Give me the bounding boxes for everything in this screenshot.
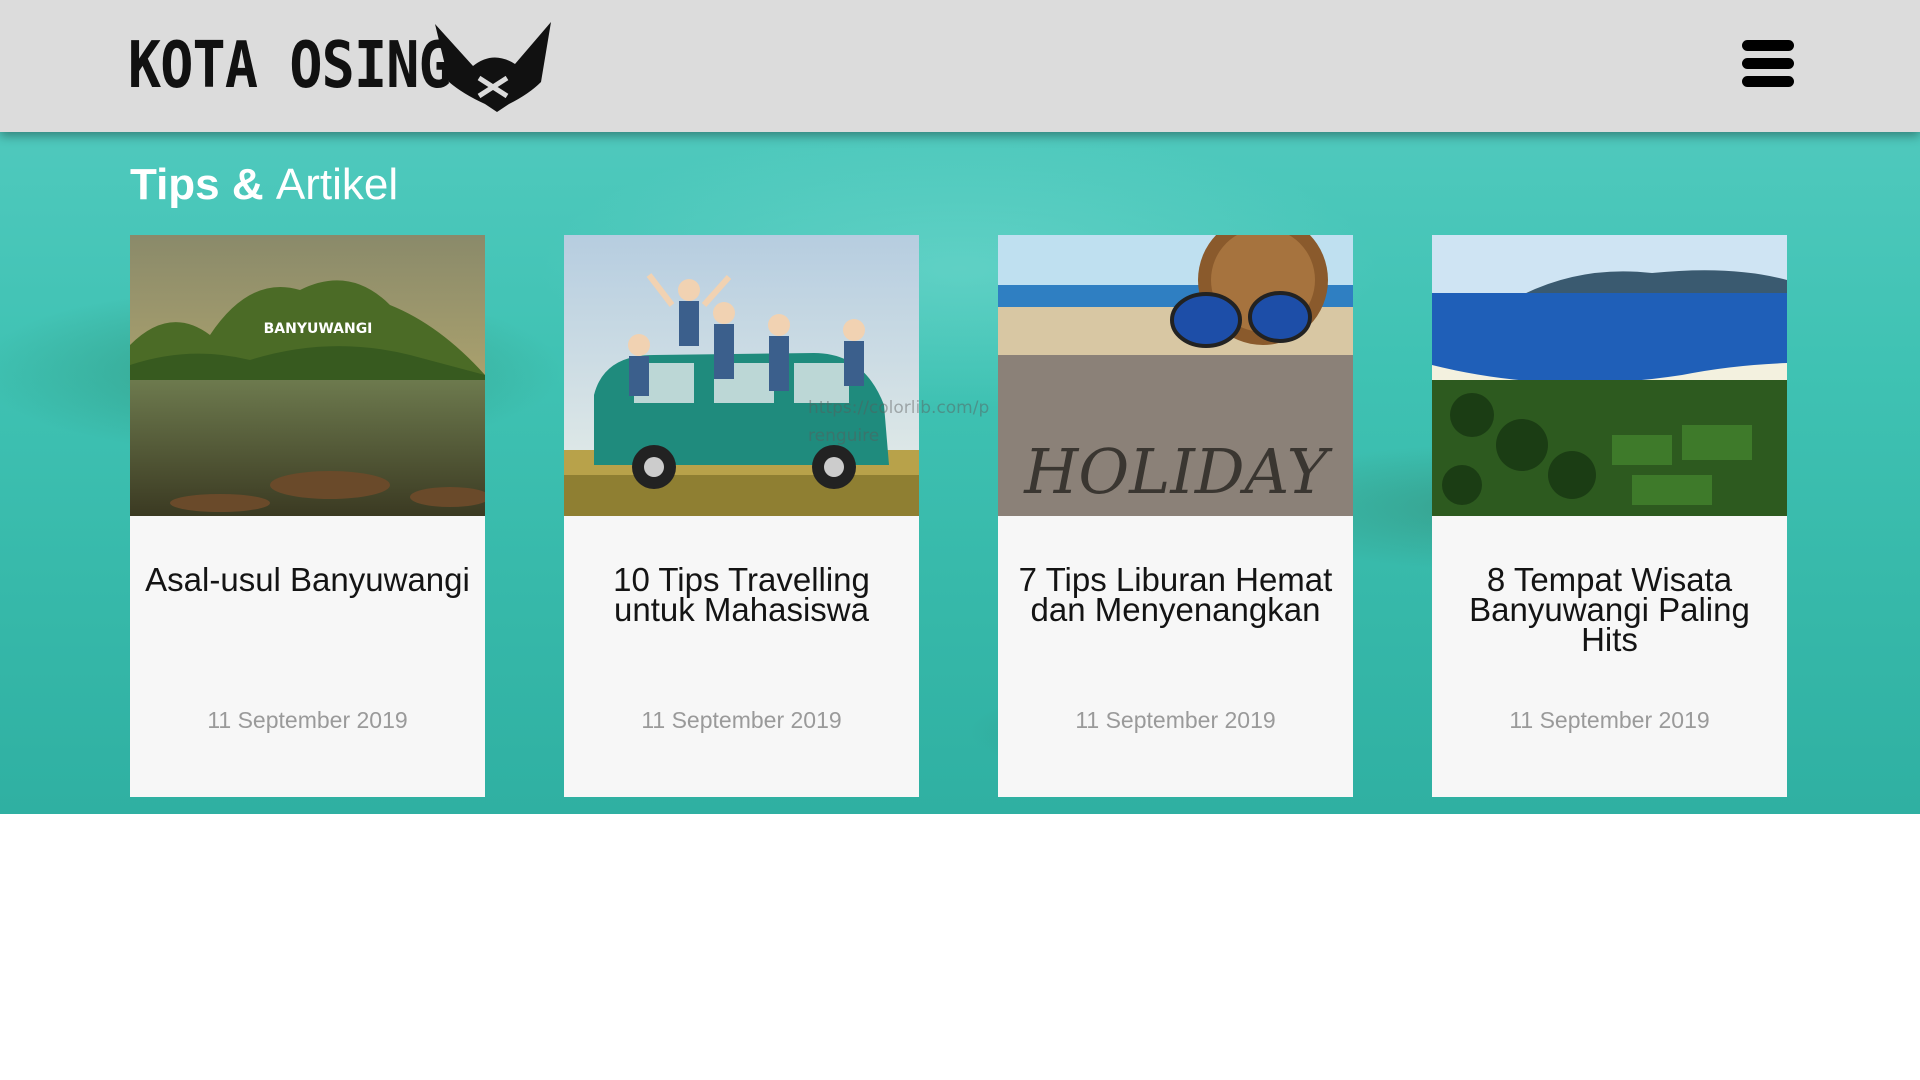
article-title[interactable]: 10 Tips Travelling untuk Mahasiswa: [576, 563, 907, 626]
article-card[interactable]: HOLIDAY 7 Tips Liburan Hemat dan Menyena…: [998, 235, 1353, 797]
site-header: KOTA OSING: [0, 0, 1920, 132]
holiday-sand-text: HOLIDAY: [1023, 435, 1333, 508]
article-date: 11 September 2019: [1075, 707, 1276, 733]
article-title[interactable]: Asal-usul Banyuwangi: [142, 563, 473, 596]
articles-section: Tips & Artikel BANYUWANGI Asal-usul Bany…: [0, 132, 1920, 814]
hill-sign-photo[interactable]: BANYUWANGI: [130, 235, 485, 516]
coastline-photo[interactable]: [1432, 235, 1787, 516]
horned-helmet-icon: [435, 22, 551, 112]
article-card[interactable]: BANYUWANGI Asal-usul Banyuwangi 11 Septe…: [130, 235, 485, 797]
article-card[interactable]: 8 Tempat Wisata Banyuwangi Paling Hits 1…: [1432, 235, 1787, 797]
section-title-bold: Tips &: [130, 160, 264, 209]
page-background: [0, 814, 1920, 1080]
article-date: 11 September 2019: [207, 707, 408, 733]
section-title: Tips & Artikel: [130, 160, 398, 210]
friends-van-photo[interactable]: [564, 235, 919, 516]
article-title[interactable]: 8 Tempat Wisata Banyuwangi Paling Hits: [1444, 563, 1775, 656]
article-date: 11 September 2019: [1509, 707, 1710, 733]
site-logo[interactable]: KOTA OSING: [128, 20, 551, 112]
logo-text: KOTA OSING: [128, 29, 452, 103]
section-title-light: Artikel: [275, 160, 399, 209]
hamburger-menu-icon[interactable]: [1742, 40, 1796, 88]
beach-holiday-photo[interactable]: HOLIDAY: [998, 235, 1353, 516]
article-date: 11 September 2019: [641, 707, 842, 733]
hill-sign-label: BANYUWANGI: [264, 321, 373, 337]
article-title[interactable]: 7 Tips Liburan Hemat dan Menyenangkan: [1010, 563, 1341, 626]
article-card[interactable]: 10 Tips Travelling untuk Mahasiswa 11 Se…: [564, 235, 919, 797]
